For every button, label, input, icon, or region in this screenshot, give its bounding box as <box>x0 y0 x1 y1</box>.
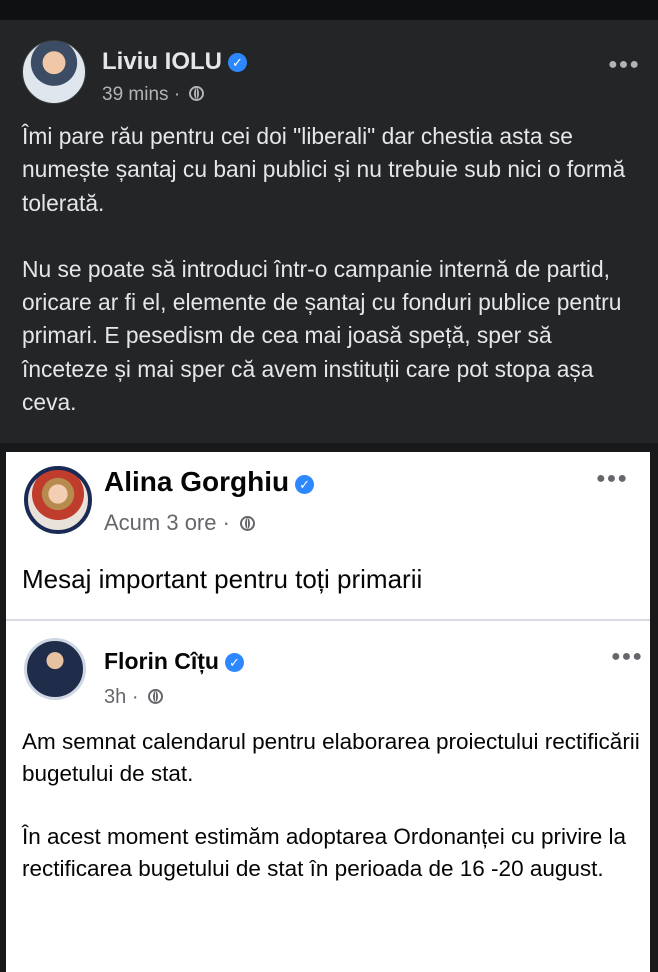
verified-badge-icon: ✓ <box>228 53 247 72</box>
shared-post-text: Mesaj important pentru toți primarii <box>22 564 423 594</box>
inner-post-time[interactable]: 3h <box>104 686 126 708</box>
post-meta: 39 mins · <box>102 84 205 106</box>
shared-post-screenshot: Alina Gorghiu ✓ Acum 3 ore · ●●● Mesaj im… <box>6 452 650 972</box>
inner-post-paragraph: În acest moment estimăm adoptarea Ordona… <box>22 824 627 881</box>
verified-badge-icon: ✓ <box>295 475 315 494</box>
author-name-row: Liviu IOLU ✓ <box>102 48 247 76</box>
more-options-icon[interactable]: ●●● <box>608 56 640 74</box>
inner-post-meta: 3h · <box>104 686 164 709</box>
more-options-icon[interactable]: ●●● <box>611 648 643 666</box>
verified-badge-icon: ✓ <box>224 653 244 672</box>
post-body: Îmi pare rău pentru cei doi "liberali" d… <box>22 120 642 452</box>
meta-separator: · <box>131 686 139 708</box>
post-time[interactable]: 39 mins <box>102 84 169 105</box>
shared-post-meta: Acum 3 ore · <box>104 510 256 536</box>
shared-author-avatar[interactable] <box>24 466 92 534</box>
post-paragraph: Îmi pare rău pentru cei doi "liberali" d… <box>22 123 626 216</box>
inner-author-name-row: Florin Cîțu ✓ <box>104 648 244 675</box>
inner-author-name[interactable]: Florin Cîțu <box>104 648 219 674</box>
globe-icon <box>148 689 164 704</box>
top-bar <box>0 0 658 20</box>
shared-post-time[interactable]: Acum 3 ore <box>104 510 217 535</box>
inner-author-avatar[interactable] <box>24 638 86 700</box>
shared-author-name-row: Alina Gorghiu ✓ <box>104 466 315 498</box>
meta-separator: · <box>173 84 181 105</box>
shared-author-name[interactable]: Alina Gorghiu <box>104 466 289 497</box>
post-paragraph: Nu se poate să introduci într-o campanie… <box>22 255 622 416</box>
divider <box>6 619 650 621</box>
post-card: Liviu IOLU ✓ 39 mins · ●●● Îmi pare rău p… <box>0 20 658 443</box>
author-name[interactable]: Liviu IOLU <box>102 48 222 75</box>
meta-separator: · <box>222 510 230 535</box>
globe-icon <box>240 516 256 531</box>
globe-icon <box>189 86 205 101</box>
author-avatar[interactable] <box>22 40 86 104</box>
more-options-icon[interactable]: ●●● <box>596 470 628 488</box>
inner-post-body: Am semnat calendarul pentru elaborarea p… <box>22 726 642 916</box>
inner-post-paragraph: Am semnat calendarul pentru elaborarea p… <box>22 729 640 786</box>
